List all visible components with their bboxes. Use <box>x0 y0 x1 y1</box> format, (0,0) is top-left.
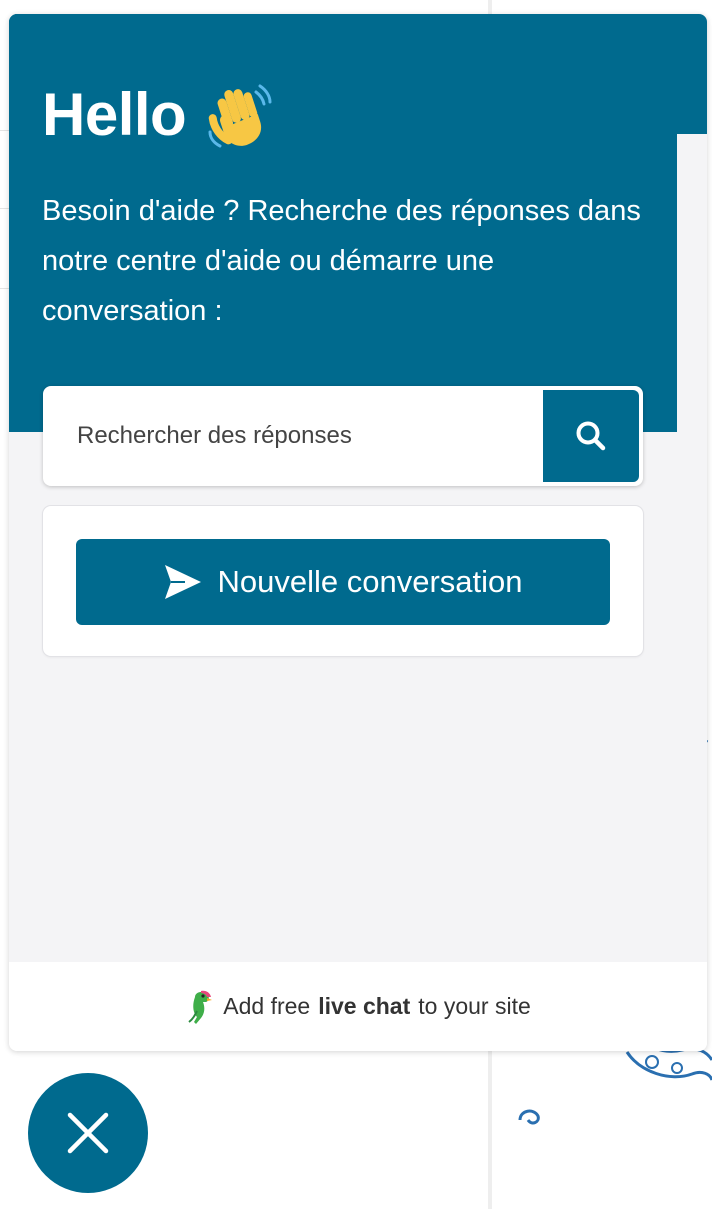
close-chat-button[interactable] <box>28 1073 148 1193</box>
waving-hand-icon <box>208 84 272 148</box>
branding-footer: Add free live chat to your site <box>9 962 707 1051</box>
footer-prefix: Add free <box>223 993 311 1019</box>
footer-bold: live chat <box>318 993 411 1019</box>
branding-link[interactable]: Add free live chat to your site <box>185 989 531 1025</box>
intro-text: Besoin d'aide ? Recherche des réponses d… <box>42 195 641 327</box>
close-icon <box>67 1112 109 1154</box>
parrot-logo-icon <box>188 990 213 1024</box>
search-button[interactable] <box>543 390 639 482</box>
send-icon <box>165 565 202 599</box>
chat-widget: Hello Besoin d'aide ? Recherche des répo… <box>9 14 707 1051</box>
background-doodle <box>518 1109 540 1125</box>
footer-suffix: to your site <box>418 993 531 1019</box>
page: Hello Besoin d'aide ? Recherche des répo… <box>0 0 712 1209</box>
greeting-title: Hello <box>42 81 187 148</box>
conversation-card: Nouvelle conversation <box>43 506 643 656</box>
greeting-row: Hello <box>42 80 274 150</box>
search-box <box>43 386 643 486</box>
search-icon <box>576 421 606 451</box>
new-conversation-label: Nouvelle conversation <box>217 564 523 599</box>
new-conversation-button[interactable]: Nouvelle conversation <box>76 539 610 625</box>
search-input[interactable] <box>43 386 543 486</box>
